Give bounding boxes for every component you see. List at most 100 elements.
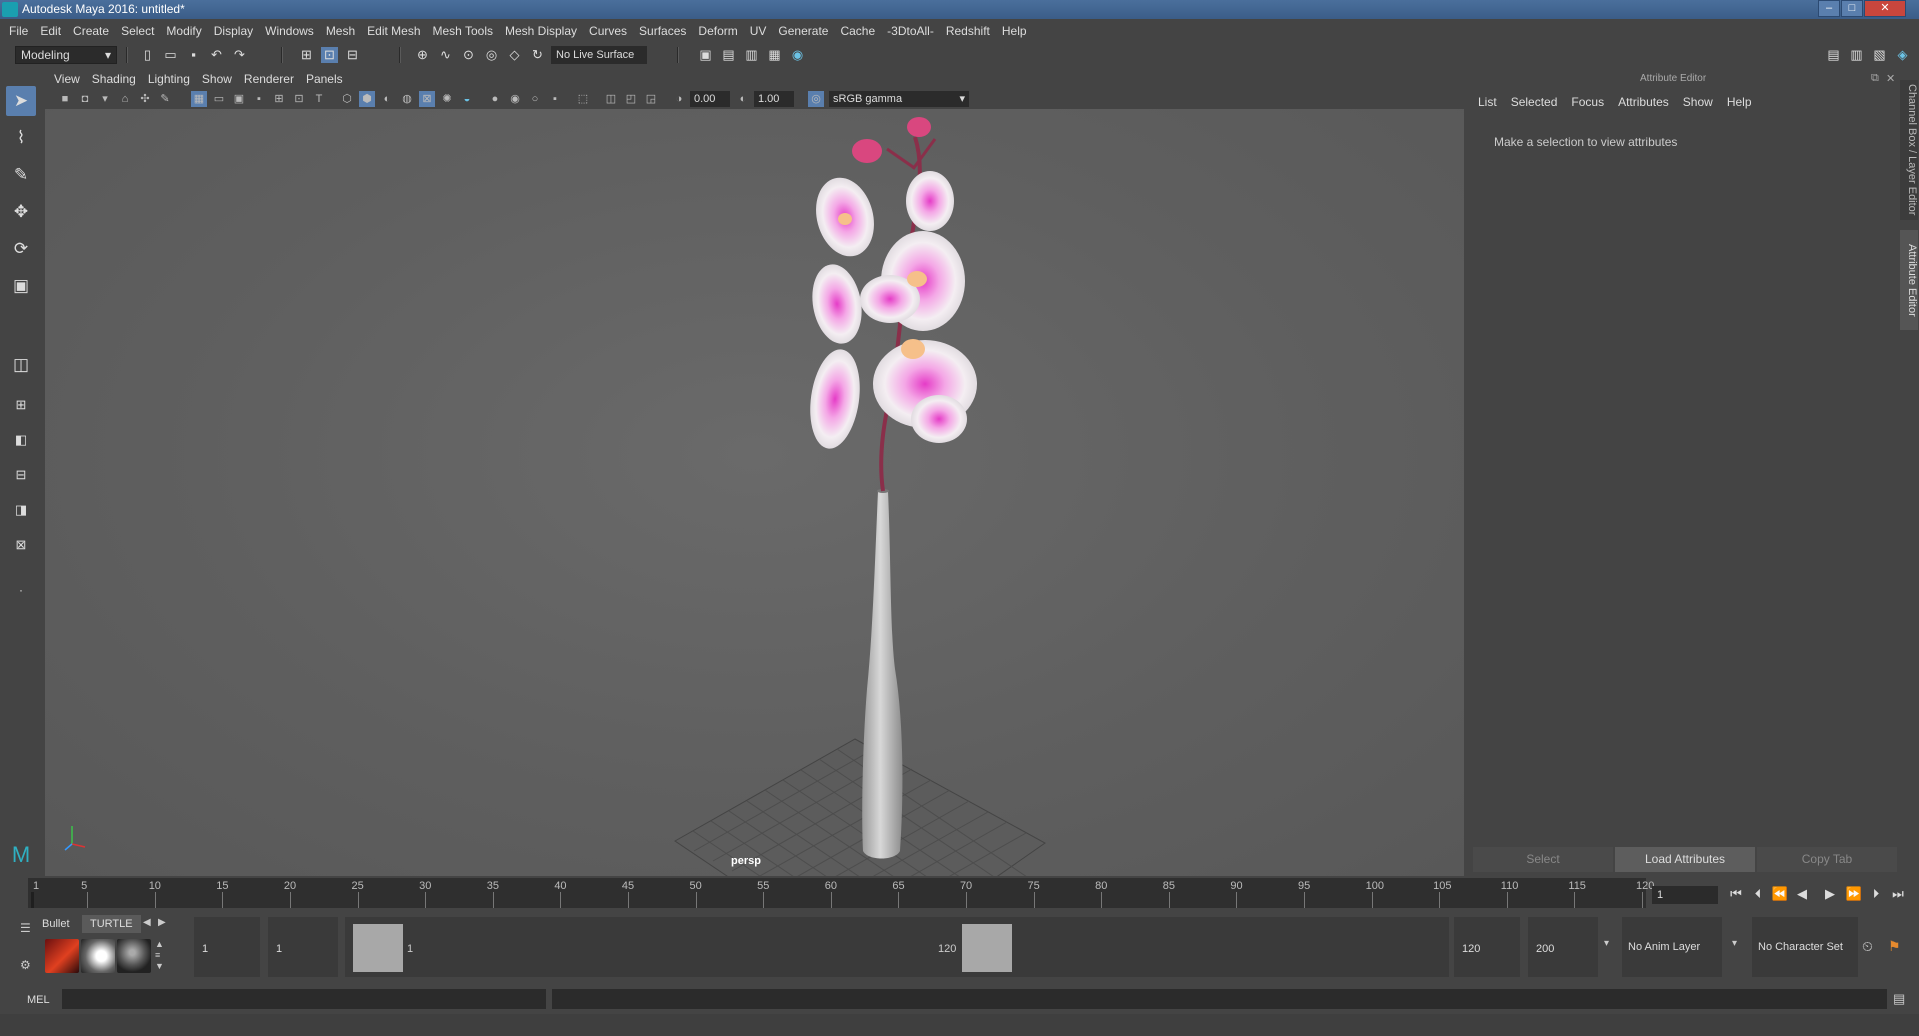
- textured-icon[interactable]: ⊠: [419, 91, 435, 107]
- menuset-dropdown[interactable]: Modeling ▾: [15, 46, 117, 64]
- close-panel-icon[interactable]: ✕: [1886, 72, 1895, 85]
- select-component-icon[interactable]: ⊟: [344, 47, 361, 63]
- go-to-start-icon[interactable]: ⏮: [1726, 884, 1746, 904]
- snap-point-icon[interactable]: ⊙: [460, 47, 477, 63]
- range-start-handle[interactable]: [353, 924, 403, 972]
- vp-menu-shading[interactable]: Shading: [86, 70, 142, 89]
- vp-menu-lighting[interactable]: Lighting: [142, 70, 196, 89]
- menu-redshift[interactable]: Redshift: [940, 19, 996, 44]
- script-language-toggle[interactable]: MEL: [27, 994, 50, 1006]
- playback-end-field[interactable]: 120: [1454, 917, 1520, 977]
- shelf-settings-icon[interactable]: ⚙: [20, 958, 31, 972]
- select-hierarchy-icon[interactable]: ⊞: [298, 47, 315, 63]
- current-time-indicator[interactable]: [31, 892, 34, 908]
- menu-mesh-tools[interactable]: Mesh Tools: [427, 19, 499, 44]
- perspective-viewport[interactable]: [45, 109, 1464, 876]
- use-all-lights-icon[interactable]: ✺: [439, 91, 455, 107]
- camera-icon[interactable]: ■: [57, 91, 73, 107]
- shelf-menu-icon[interactable]: ☰: [20, 921, 31, 935]
- shelf-scroll-left-icon[interactable]: ◀: [143, 917, 151, 928]
- character-set-dropdown[interactable]: No Character Set: [1752, 917, 1858, 977]
- layout-more-icon[interactable]: ·: [6, 575, 36, 605]
- live-surface-field[interactable]: No Live Surface: [551, 46, 647, 64]
- step-back-frame-icon[interactable]: ⏴: [1748, 884, 1768, 904]
- render-settings-icon[interactable]: ▦: [766, 47, 783, 63]
- current-frame-field[interactable]: 1: [1652, 886, 1718, 904]
- vp-menu-view[interactable]: View: [45, 70, 86, 89]
- maximize-button[interactable]: □: [1841, 0, 1863, 17]
- tab-attribute-editor[interactable]: Attribute Editor: [1900, 230, 1918, 330]
- xray-components-icon[interactable]: ◲: [643, 91, 659, 107]
- new-scene-icon[interactable]: ▯: [139, 47, 156, 63]
- command-input[interactable]: [62, 989, 546, 1009]
- tool-settings-icon[interactable]: ▧: [1871, 47, 1888, 63]
- time-slider[interactable]: [28, 878, 1646, 908]
- step-back-key-icon[interactable]: ⏪: [1770, 884, 1790, 904]
- xray-joints-icon[interactable]: ◰: [623, 91, 639, 107]
- menu-uv[interactable]: UV: [744, 19, 773, 44]
- undo-icon[interactable]: ↶: [208, 47, 225, 63]
- hypershade-layout-icon[interactable]: ⊠: [6, 530, 36, 560]
- ambient-occlusion-icon[interactable]: ●: [487, 91, 503, 107]
- view-transform-dropdown[interactable]: sRGB gamma ▾: [829, 91, 969, 107]
- copy-tab-button[interactable]: Copy Tab: [1757, 847, 1897, 872]
- open-scene-icon[interactable]: ▭: [162, 47, 179, 63]
- auto-key-icon[interactable]: ⏲: [1862, 938, 1873, 955]
- rotate-tool-icon[interactable]: ⟳: [6, 234, 36, 264]
- bookmark-icon[interactable]: ▾: [97, 91, 113, 107]
- turtle-material-icon[interactable]: [117, 939, 151, 973]
- attribute-editor-toggle-icon[interactable]: ▥: [1848, 47, 1865, 63]
- animation-preferences-icon[interactable]: ⚑: [1888, 938, 1901, 955]
- select-button[interactable]: Select: [1473, 847, 1613, 872]
- safe-action-icon[interactable]: ⊡: [291, 91, 307, 107]
- menu-mesh-display[interactable]: Mesh Display: [499, 19, 583, 44]
- tab-channel-box-layer-editor[interactable]: Channel Box / Layer Editor: [1900, 80, 1918, 220]
- camera-attributes-icon[interactable]: ◘: [77, 91, 93, 107]
- menu-cache[interactable]: Cache: [834, 19, 881, 44]
- menu-windows[interactable]: Windows: [259, 19, 320, 44]
- ipr-render-icon[interactable]: ▥: [743, 47, 760, 63]
- go-to-end-icon[interactable]: ⏭: [1888, 884, 1908, 904]
- menu-modify[interactable]: Modify: [160, 19, 207, 44]
- ae-menu-selected[interactable]: Selected: [1504, 93, 1565, 111]
- shelf-tab-bullet[interactable]: Bullet: [34, 915, 78, 933]
- gamma-icon[interactable]: ◐: [735, 91, 751, 107]
- minimize-button[interactable]: –: [1818, 0, 1840, 17]
- grease-pencil-icon[interactable]: ✎: [157, 91, 173, 107]
- vp-menu-panels[interactable]: Panels: [300, 70, 349, 89]
- shelf-scroll-updown-icon[interactable]: ▲ ≡ ▼: [155, 939, 164, 972]
- outliner-layout-icon[interactable]: ◨: [6, 495, 36, 525]
- menu-create[interactable]: Create: [67, 19, 115, 44]
- persp-graph-layout-icon[interactable]: ⊟: [6, 460, 36, 490]
- menu-edit-mesh[interactable]: Edit Mesh: [361, 19, 426, 44]
- menu-select[interactable]: Select: [115, 19, 160, 44]
- load-attributes-button[interactable]: Load Attributes: [1615, 847, 1755, 872]
- snap-grid-icon[interactable]: ⊕: [414, 47, 431, 63]
- menu-mesh[interactable]: Mesh: [320, 19, 361, 44]
- close-button[interactable]: ✕: [1864, 0, 1906, 17]
- xray-icon[interactable]: ◫: [603, 91, 619, 107]
- field-chart-icon[interactable]: ⊞: [271, 91, 287, 107]
- step-forward-key-icon[interactable]: ⏩: [1844, 884, 1864, 904]
- chevron-down-icon[interactable]: ▾: [1732, 938, 1737, 949]
- channel-box-toggle-icon[interactable]: ◈: [1894, 47, 1911, 63]
- render-frame-icon[interactable]: ▤: [720, 47, 737, 63]
- paint-select-tool-icon[interactable]: ✎: [6, 160, 36, 190]
- render-view-icon[interactable]: ▣: [697, 47, 714, 63]
- shelf-tab-turtle[interactable]: TURTLE: [82, 915, 141, 933]
- range-end-handle[interactable]: [962, 924, 1012, 972]
- save-scene-icon[interactable]: ▪: [185, 47, 202, 63]
- smooth-shade-icon[interactable]: ⬢: [359, 91, 375, 107]
- shadows-icon[interactable]: ◒: [459, 91, 475, 107]
- four-view-layout-icon[interactable]: ⊞: [6, 390, 36, 420]
- 2d-pan-icon[interactable]: ✣: [137, 91, 153, 107]
- resolution-gate-icon[interactable]: ▣: [231, 91, 247, 107]
- redo-icon[interactable]: ↷: [231, 47, 248, 63]
- menu-surfaces[interactable]: Surfaces: [633, 19, 692, 44]
- grid-icon[interactable]: ▦: [191, 91, 207, 107]
- menu-deform[interactable]: Deform: [692, 19, 743, 44]
- ae-menu-help[interactable]: Help: [1720, 93, 1759, 111]
- float-panel-icon[interactable]: ⧉: [1871, 72, 1879, 85]
- step-forward-frame-icon[interactable]: ⏵: [1866, 884, 1886, 904]
- menu-3dtoall[interactable]: -3DtoAll-: [881, 19, 940, 44]
